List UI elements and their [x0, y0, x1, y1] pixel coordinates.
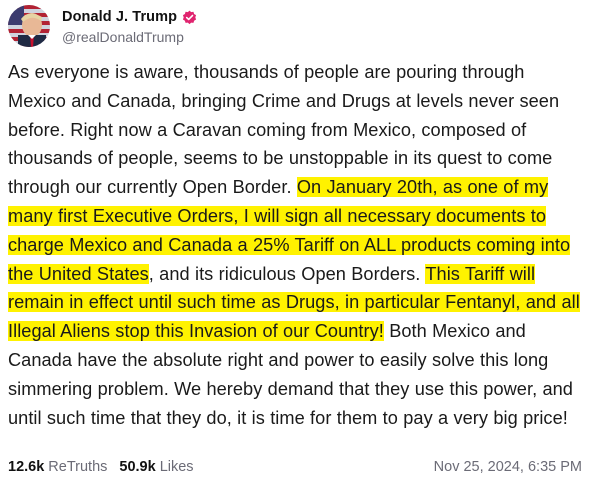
post-timestamp[interactable]: Nov 25, 2024, 6:35 PM: [434, 459, 582, 475]
post-card: Donald J. Trump @realDonaldTrump As ever…: [0, 0, 589, 481]
verified-badge-icon: [182, 10, 197, 25]
retruths-count: 12.6k: [8, 459, 45, 475]
retruths-label: ReTruths: [48, 459, 108, 475]
post-header: Donald J. Trump @realDonaldTrump: [8, 4, 197, 48]
display-name-row: Donald J. Trump: [62, 7, 197, 27]
post-text-segment: , and its ridiculous Open Borders.: [148, 263, 426, 284]
author-names: Donald J. Trump @realDonaldTrump: [62, 7, 197, 45]
author-handle[interactable]: @realDonaldTrump: [62, 29, 197, 45]
likes-stat[interactable]: 50.9k Likes: [119, 459, 193, 475]
likes-label: Likes: [159, 459, 194, 475]
display-name[interactable]: Donald J. Trump: [62, 9, 177, 25]
avatar[interactable]: [8, 5, 50, 47]
likes-count: 50.9k: [119, 459, 156, 475]
retruths-stat[interactable]: 12.6k ReTruths: [8, 459, 107, 475]
post-footer: 12.6k ReTruths 50.9k Likes Nov 25, 2024,…: [8, 457, 582, 477]
post-body: As everyone is aware, thousands of peopl…: [8, 58, 582, 432]
